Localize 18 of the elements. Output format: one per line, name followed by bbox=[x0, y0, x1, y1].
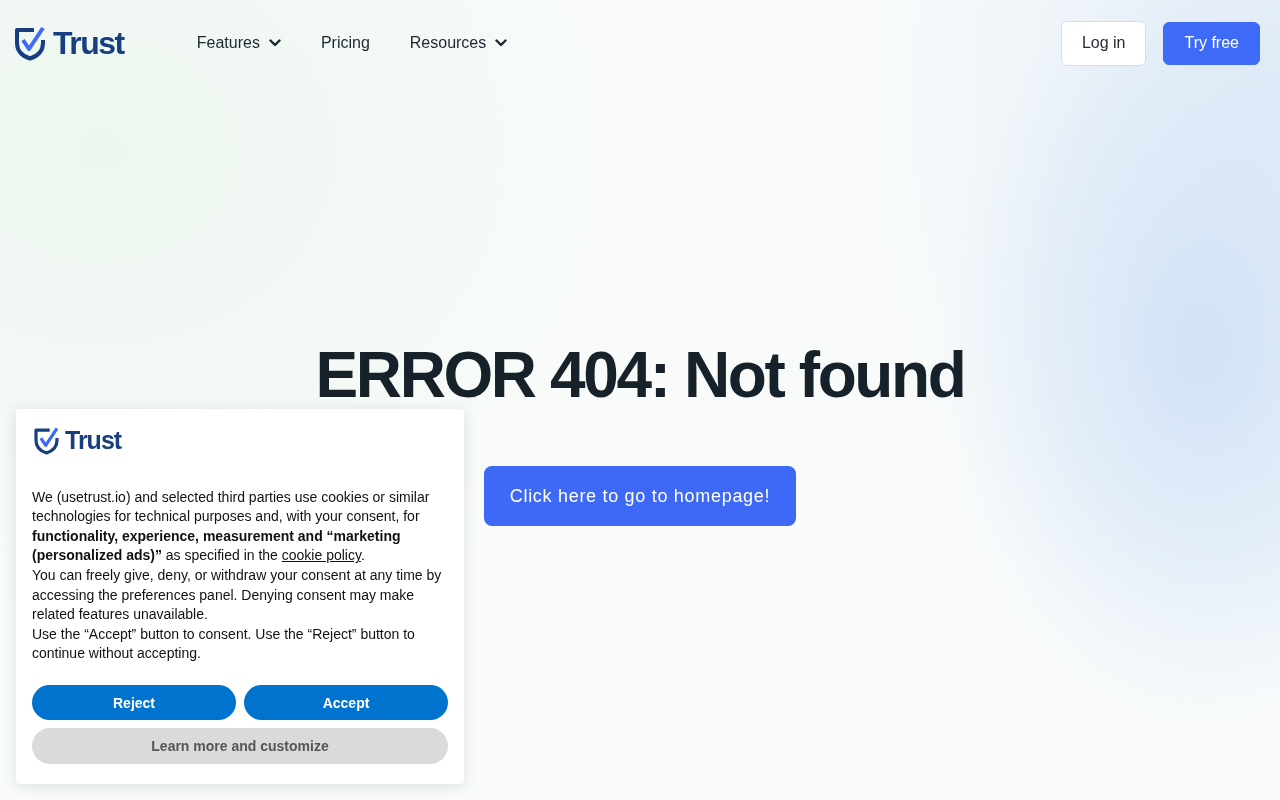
cookie-policy-link[interactable]: cookie policy bbox=[281, 547, 361, 564]
nav-link[interactable]: Pricing bbox=[320, 34, 370, 52]
customize-button[interactable]: Learn more and customize bbox=[32, 728, 448, 764]
error-heading: ERROR 404: Not found bbox=[315, 344, 965, 406]
nav-link[interactable]: Resources bbox=[409, 34, 508, 52]
shield-check-icon bbox=[12, 25, 48, 61]
consent-button[interactable]: Accept bbox=[244, 685, 448, 720]
cookie-notice-text: You can freely give, deny, or withdraw your consent at any time by accessing the preferences panel. Denying consent may make related features unavailable. bbox=[32, 566, 443, 625]
cookie-notice-text: Use the “Accept” button to consent. Use the “Reject” button to continue without accepting. bbox=[32, 624, 416, 664]
logo-text: Trust bbox=[53, 27, 124, 59]
homepage-button[interactable]: Click here to go to homepage! bbox=[483, 466, 797, 526]
nav-link[interactable]: Features bbox=[196, 34, 281, 52]
signup-button[interactable]: Try free bbox=[1163, 21, 1260, 65]
logo-text: Trust bbox=[65, 428, 122, 454]
consent-button[interactable]: Reject bbox=[32, 685, 236, 720]
login-button[interactable]: Log in bbox=[1060, 20, 1147, 66]
cookie-notice-text: We (usetrust.io) and selected third parties use cookies or similar technologies for technical purposes and, with your consent, for functionality, experience, measurement and “marketing (personalized ads)” as specified in the cookie policy. bbox=[32, 487, 431, 566]
shield-check-icon bbox=[32, 426, 61, 456]
